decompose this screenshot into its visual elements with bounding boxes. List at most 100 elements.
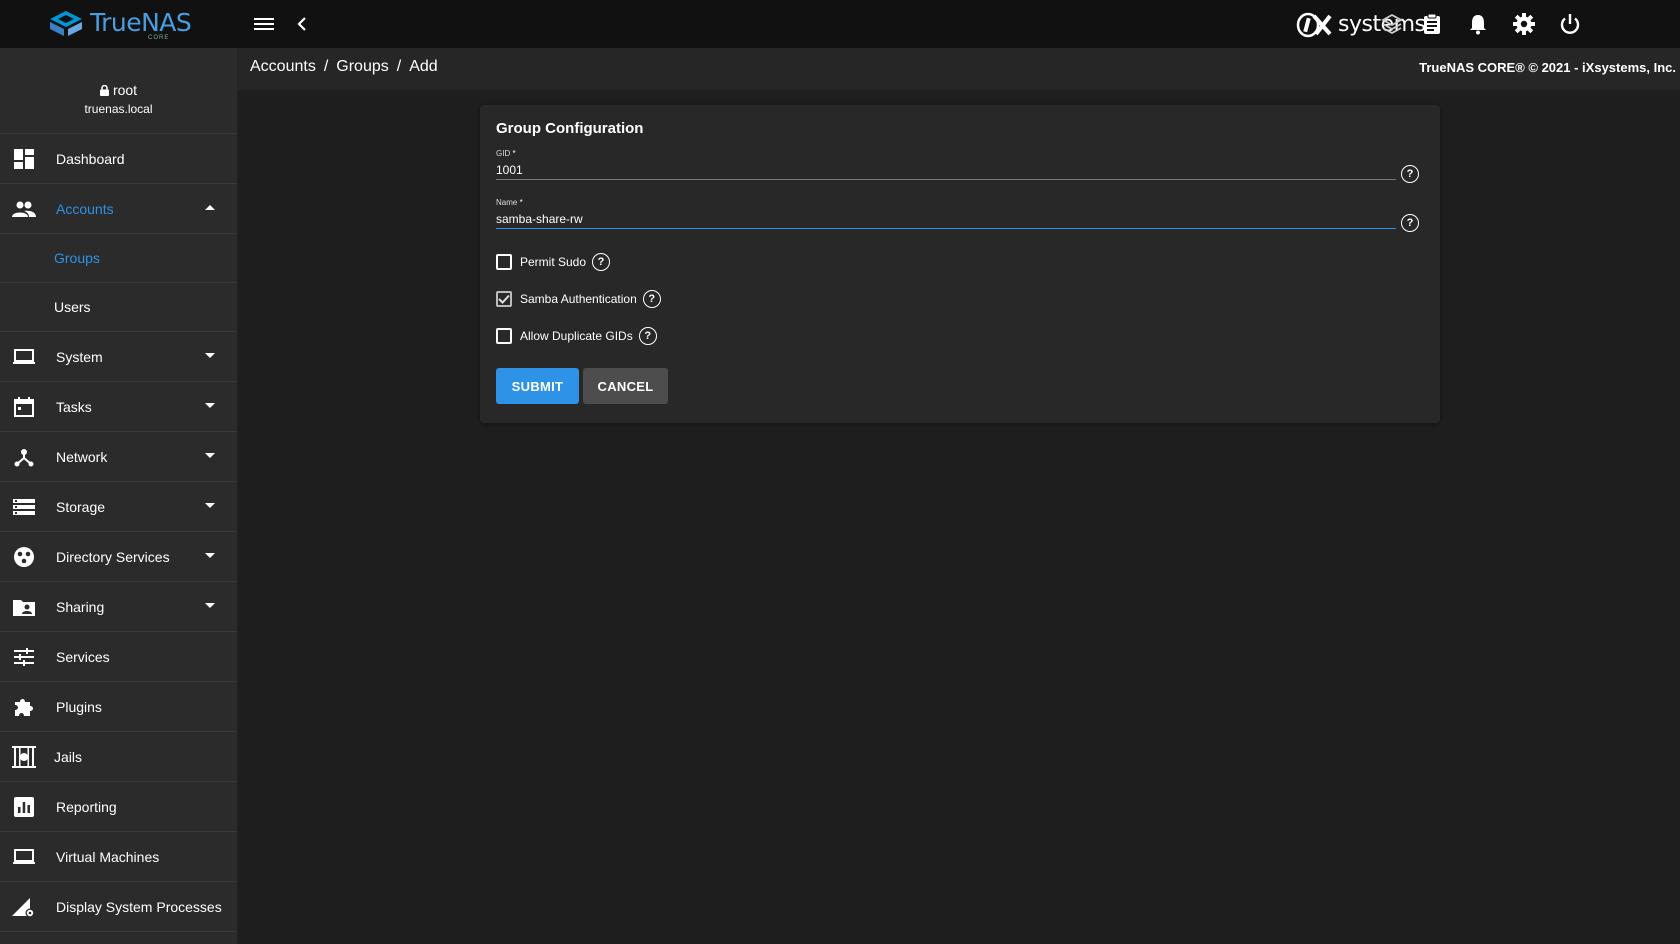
sidebar-item-label: Tasks — [56, 398, 92, 415]
sidebar-item-label: Sharing — [56, 598, 105, 615]
sidebar-subitem-groups[interactable]: Groups — [0, 234, 237, 283]
ixsystems-logo-icon — [1296, 12, 1332, 38]
permit-sudo-label: Permit Sudo — [520, 255, 587, 269]
allow-duplicate-gids-checkbox[interactable] — [496, 328, 512, 344]
name-field: Name * — [496, 198, 1396, 234]
name-help-icon[interactable]: ? — [1401, 214, 1419, 232]
laptop-icon — [12, 345, 36, 369]
group-configuration-card: Group Configuration GID * ? Name * ? Per… — [480, 105, 1440, 423]
task-manager-button[interactable] — [1418, 10, 1446, 38]
caret-down-icon — [205, 603, 215, 608]
sidebar-item-virtual-machines[interactable]: Virtual Machines — [0, 832, 237, 882]
gid-label: GID * — [496, 149, 516, 158]
sidebar-item-jails[interactable]: Jails — [0, 732, 237, 782]
sidebar-item-dashboard[interactable]: Dashboard — [0, 134, 237, 184]
gear-icon — [1513, 13, 1535, 35]
name-input[interactable] — [496, 209, 1396, 229]
settings-button[interactable] — [1510, 10, 1538, 38]
truenas-logo-icon — [50, 11, 82, 36]
sidebar-item-plugins[interactable]: Plugins — [0, 682, 237, 732]
sidebar-item-label: Accounts — [56, 200, 114, 217]
gid-field: GID * — [496, 149, 1396, 185]
sidebar-item-label: Directory Services — [56, 548, 170, 565]
required-mark: * — [519, 198, 523, 207]
caret-down-icon — [205, 353, 215, 358]
sidebar-item-label: Services — [56, 648, 110, 665]
alerts-button[interactable] — [1464, 10, 1492, 38]
laptop-icon — [12, 845, 36, 869]
samba-authentication-checkbox[interactable] — [496, 291, 512, 307]
sidebar-item-directory-services[interactable]: Directory Services — [0, 532, 237, 582]
cancel-button[interactable]: CANCEL — [583, 368, 668, 404]
user-name-row: root — [0, 82, 237, 98]
logo-subtext: CORE — [148, 35, 170, 41]
copyright-text: TrueNAS CORE® © 2021 - iXsystems, Inc. — [1419, 60, 1676, 75]
breadcrumb-bar: Accounts / Groups / Add TrueNAS CORE® © … — [238, 48, 1680, 90]
user-info: root truenas.local — [0, 48, 237, 134]
sidebar-item-label: Groups — [54, 250, 100, 266]
people-icon — [12, 197, 36, 221]
permit-sudo-help-icon[interactable]: ? — [592, 253, 611, 271]
sidebar-item-label: Display System Processes — [56, 898, 222, 915]
sidebar-item-accounts[interactable]: Accounts — [0, 184, 237, 234]
sidebar-item-system[interactable]: System — [0, 332, 237, 382]
calendar-icon — [12, 395, 36, 419]
sidebar-item-label: Virtual Machines — [56, 848, 160, 865]
sidebar-item-label: Jails — [54, 748, 83, 765]
caret-down-icon — [205, 503, 215, 508]
breadcrumb: Accounts / Groups / Add — [250, 58, 438, 76]
truenas-logo[interactable]: TrueNAS CORE — [48, 6, 192, 42]
card-title: Group Configuration — [496, 120, 644, 137]
storage-icon — [12, 495, 36, 519]
breadcrumb-separator: / — [323, 58, 329, 75]
samba-authentication-label: Samba Authentication — [520, 292, 637, 306]
sidebar-item-label: Network — [56, 448, 108, 465]
sidebar-item-label: System — [56, 348, 103, 365]
sidebar-item-tasks[interactable]: Tasks — [0, 382, 237, 432]
network-icon — [12, 445, 36, 469]
sidebar-item-label: Plugins — [56, 698, 102, 715]
sidebar-item-storage[interactable]: Storage — [0, 482, 237, 532]
user-name: root — [112, 82, 138, 98]
sidebar-item-label: Dashboard — [56, 150, 125, 167]
sidebar-item-services[interactable]: Services — [0, 632, 237, 682]
clipboard-icon — [1424, 13, 1440, 34]
samba-authentication-help-icon[interactable]: ? — [642, 290, 661, 308]
collapse-sidebar-button[interactable] — [288, 10, 316, 38]
sidebar-item-reporting[interactable]: Reporting — [0, 782, 237, 832]
gid-label-text: GID — [496, 149, 511, 158]
processes-icon — [12, 895, 36, 919]
chart-icon — [12, 795, 36, 819]
bell-icon — [1470, 15, 1486, 35]
sidebar-item-network[interactable]: Network — [0, 432, 237, 482]
menu-toggle-button[interactable] — [250, 10, 278, 38]
puzzle-icon — [12, 695, 36, 719]
sidebar-item-label: Users — [54, 299, 91, 315]
sidebar-item-display-system-processes[interactable]: Display System Processes — [0, 882, 237, 932]
permit-sudo-row: Permit Sudo ? — [496, 253, 611, 271]
caret-down-icon — [205, 403, 215, 408]
caret-down-icon — [205, 453, 215, 458]
sidebar-subitem-users[interactable]: Users — [0, 283, 237, 332]
truecommand-button[interactable] — [1378, 10, 1406, 38]
breadcrumb-groups[interactable]: Groups — [336, 58, 388, 76]
sidebar-item-sharing[interactable]: Sharing — [0, 582, 237, 632]
menu-icon — [254, 18, 274, 30]
gid-input[interactable] — [496, 160, 1396, 180]
gid-help-icon[interactable]: ? — [1401, 165, 1419, 183]
directory-icon — [12, 545, 36, 569]
folder-share-icon — [12, 595, 36, 619]
truecommand-icon — [1381, 13, 1403, 35]
power-icon — [1560, 14, 1580, 34]
breadcrumb-accounts[interactable]: Accounts — [250, 58, 316, 76]
jail-icon — [12, 745, 36, 769]
submit-button[interactable]: SUBMIT — [496, 368, 579, 404]
allow-duplicate-gids-row: Allow Duplicate GIDs ? — [496, 327, 657, 345]
tune-icon — [12, 645, 36, 669]
logo-text: TrueNAS — [90, 7, 192, 37]
permit-sudo-checkbox[interactable] — [496, 254, 512, 270]
power-button[interactable] — [1556, 10, 1584, 38]
caret-up-icon — [205, 205, 215, 210]
dashboard-icon — [12, 147, 36, 171]
allow-duplicate-gids-help-icon[interactable]: ? — [638, 327, 657, 345]
